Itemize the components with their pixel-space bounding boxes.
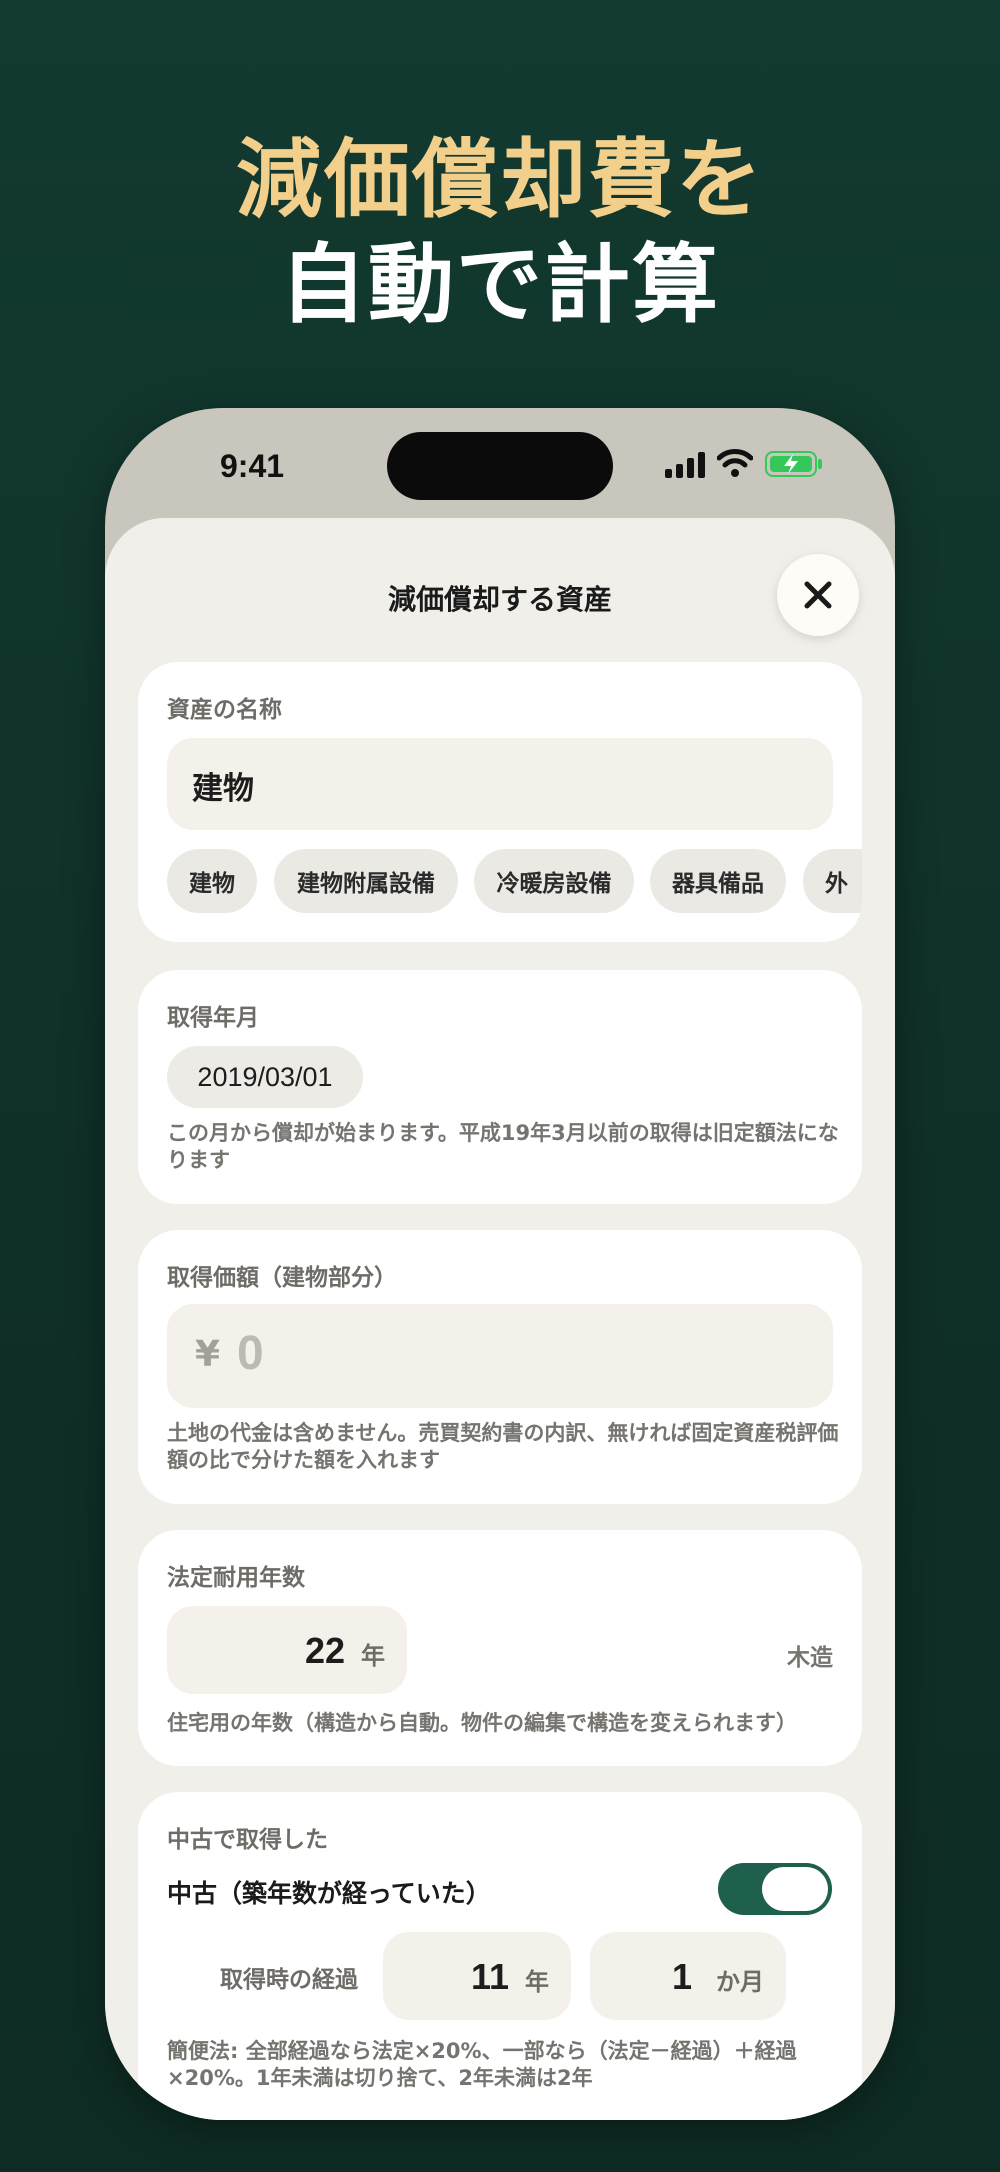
battery-charging-icon [765,451,822,477]
promo-headline: 減価償却費を 自動で計算 [0,128,1000,338]
acquisition-price-label: 取得価額（建物部分） [167,1265,397,1291]
elapsed-months-unit: か月 [716,1968,764,1996]
cellular-signal-icon [665,452,705,478]
acquisition-date-label: 取得年月 [167,1005,259,1031]
useful-life-value: 22 [304,1630,345,1671]
useful-life-unit: 年 [361,1642,385,1670]
used-toggle-label: 中古（築年数が経っていた） [167,1879,491,1908]
close-button[interactable] [777,554,859,636]
structure-label: 木造 [787,1645,833,1671]
asset-name-card: 資産の名称 建物 建物 建物附属設備 冷暖房設備 器具備品 外 [138,662,862,942]
headline-line-1: 減価償却費を [236,130,764,230]
chip-fixtures[interactable]: 器具備品 [650,849,786,913]
preset-chip-row: 建物 建物附属設備 冷暖房設備 器具備品 外 [138,662,862,942]
chip-heating-cooling[interactable]: 冷暖房設備 [474,849,634,913]
acquisition-date-picker[interactable]: 2019/03/01 [167,1046,363,1108]
elapsed-years-value: 11 [470,1956,509,1997]
phone-frame: 9:41 減価償却する資産 資産の名称 建物 建物 建物附属設備 冷暖房設備 器… [105,408,895,2120]
currency-symbol: ¥ [195,1334,221,1375]
useful-life-label: 法定耐用年数 [167,1565,305,1591]
used-asset-label: 中古で取得した [167,1827,328,1853]
chip-more[interactable]: 外 [803,849,862,913]
status-bar: 9:41 [105,408,895,518]
headline-line-2: 自動で計算 [280,234,720,335]
elapsed-months-input[interactable]: 1 か月 [590,1932,786,2020]
useful-life-card: 法定耐用年数 22 年 木造 住宅用の年数（構造から自動。物件の編集で構造を変え… [138,1530,862,1766]
acquisition-price-card: 取得価額（建物部分） ¥ 0 土地の代金は含めません。売買契約書の内訳、無ければ… [138,1230,862,1504]
elapsed-months-value: 1 [671,1956,692,1997]
chip-building[interactable]: 建物 [167,849,257,913]
useful-life-note: 住宅用の年数（構造から自動。物件の編集で構造を変えられます） [167,1711,797,1735]
wifi-icon [717,449,753,477]
close-icon [804,581,832,609]
elapsed-years-unit: 年 [525,1968,549,1996]
acquisition-price-note: 土地の代金は含めません。売買契約書の内訳、無ければ固定資産税評価額の比で分けた額… [167,1421,839,1472]
acquisition-date-note: この月から償却が始まります。平成19年3月以前の取得は旧定額法になります [167,1121,839,1172]
useful-life-input[interactable]: 22 年 [167,1606,407,1694]
acquisition-price-input[interactable]: ¥ 0 [167,1304,833,1408]
acquisition-date-value: 2019/03/01 [197,1061,333,1092]
status-time: 9:41 [220,448,285,484]
elapsed-label: 取得時の経過 [220,1967,358,1993]
used-asset-card: 中古で取得した 中古（築年数が経っていた） 取得時の経過 11 年 1 か月 簡… [138,1792,862,2120]
dynamic-island [387,432,613,500]
used-asset-note: 簡便法: 全部経過なら法定×20%、一部なら（法定－経過）＋経過×20%。1年未… [167,2039,797,2090]
elapsed-years-input[interactable]: 11 年 [383,1932,571,2020]
used-toggle[interactable] [718,1863,832,1915]
acquisition-date-card: 取得年月 2019/03/01 この月から償却が始まります。平成19年3月以前の… [138,970,862,1204]
asset-sheet: 減価償却する資産 資産の名称 建物 建物 建物附属設備 冷暖房設備 器具備品 外… [105,518,895,2120]
price-placeholder: 0 [237,1327,264,1380]
chip-building-equipment[interactable]: 建物附属設備 [274,849,458,913]
toggle-knob [762,1867,828,1911]
